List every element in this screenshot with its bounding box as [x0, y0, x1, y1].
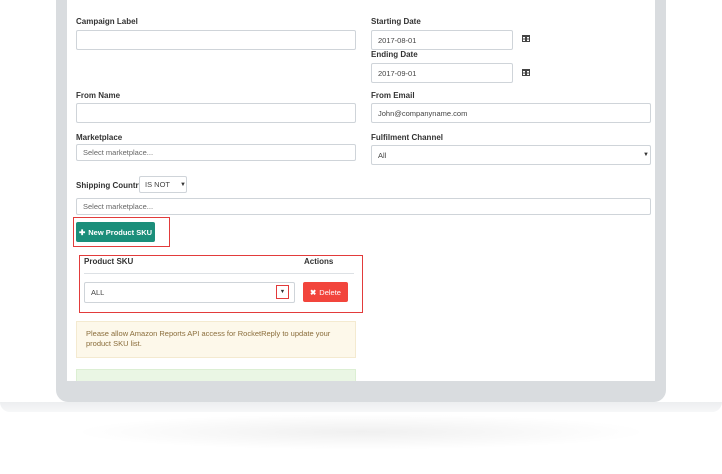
- campaign-label: Campaign Label: [76, 17, 138, 26]
- delete-label: Delete: [319, 287, 341, 297]
- campaign-input[interactable]: [76, 30, 356, 50]
- device-base: [0, 402, 722, 412]
- caret-down-icon: ▼: [180, 182, 186, 188]
- calendar-icon[interactable]: [522, 35, 530, 42]
- product-sku-dropdown-toggle[interactable]: ▼: [276, 285, 289, 299]
- product-sku-header: Product SKU: [84, 257, 134, 266]
- api-access-notice-text: Please allow Amazon Reports API access f…: [86, 329, 331, 348]
- starting-date-input[interactable]: 2017-08-01: [371, 30, 513, 50]
- delete-button[interactable]: ✖ Delete: [303, 282, 348, 302]
- new-product-sku-label: New Product SKU: [88, 227, 153, 237]
- caret-down-icon: ▼: [279, 289, 286, 295]
- device-shadow: [70, 414, 652, 450]
- shipping-country-select[interactable]: Select marketplace...: [76, 198, 651, 215]
- from-email-label: From Email: [371, 91, 415, 100]
- shipping-country-label: Shipping Country: [76, 181, 144, 190]
- product-sku-select[interactable]: ALL: [84, 282, 295, 303]
- table-divider: [84, 273, 354, 274]
- fulfilment-select[interactable]: All: [371, 145, 651, 165]
- success-alert: [76, 369, 356, 381]
- calendar-icon[interactable]: [522, 69, 530, 76]
- from-name-label: From Name: [76, 91, 121, 100]
- product-sku-value: ALL: [91, 288, 105, 297]
- fulfilment-label: Fulfilment Channel: [371, 133, 443, 142]
- times-icon: ✖: [310, 287, 317, 297]
- new-product-sku-button[interactable]: ✚ New Product SKU: [76, 222, 155, 242]
- ending-date-label: Ending Date: [371, 50, 418, 59]
- screen: Campaign Label Starting Date 2017-08-01 …: [67, 0, 655, 381]
- plus-icon: ✚: [78, 227, 86, 237]
- marketplace-label: Marketplace: [76, 133, 123, 142]
- actions-header: Actions: [304, 257, 334, 266]
- ending-date-input[interactable]: 2017-09-01: [371, 63, 513, 83]
- fulfilment-value: All: [378, 150, 387, 160]
- from-email-input[interactable]: John@companyname.com: [371, 103, 651, 123]
- from-name-input[interactable]: [76, 103, 356, 123]
- caret-down-icon: ▼: [643, 152, 649, 158]
- marketplace-select[interactable]: Select marketplace...: [76, 144, 356, 161]
- starting-date-label: Starting Date: [371, 17, 421, 26]
- api-access-notice: Please allow Amazon Reports API access f…: [76, 321, 356, 358]
- shipping-operator-value: IS NOT: [145, 180, 171, 189]
